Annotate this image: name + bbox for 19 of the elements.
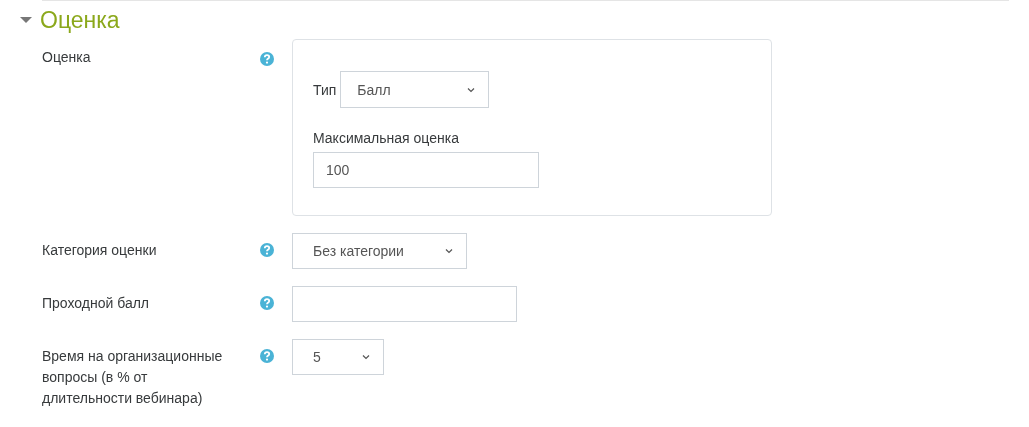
field-label: Проходной балл xyxy=(42,294,151,313)
section-title: Оценка xyxy=(40,6,120,34)
select-field[interactable]: Без категории xyxy=(292,233,467,269)
caret-icon xyxy=(360,352,371,362)
help-icon[interactable] xyxy=(260,349,274,363)
field-label: Оценка xyxy=(42,48,92,67)
help-icon[interactable] xyxy=(260,296,274,310)
caret-icon xyxy=(443,246,454,256)
field-label: Категория оценки xyxy=(42,241,158,260)
help-icon[interactable] xyxy=(260,243,274,257)
help-icon[interactable] xyxy=(260,52,274,66)
field-label: Время на организационные вопросы (в % от длительности вебинара) xyxy=(42,347,224,408)
input-field[interactable] xyxy=(292,286,517,322)
collapse-icon[interactable] xyxy=(20,17,32,23)
field-label: Тип xyxy=(313,81,337,98)
input-field[interactable]: 100 xyxy=(313,152,539,188)
type-select[interactable]: Балл xyxy=(340,71,490,108)
select-field[interactable]: 5 xyxy=(292,339,384,375)
field-label: Максимальная оценка xyxy=(313,129,460,148)
